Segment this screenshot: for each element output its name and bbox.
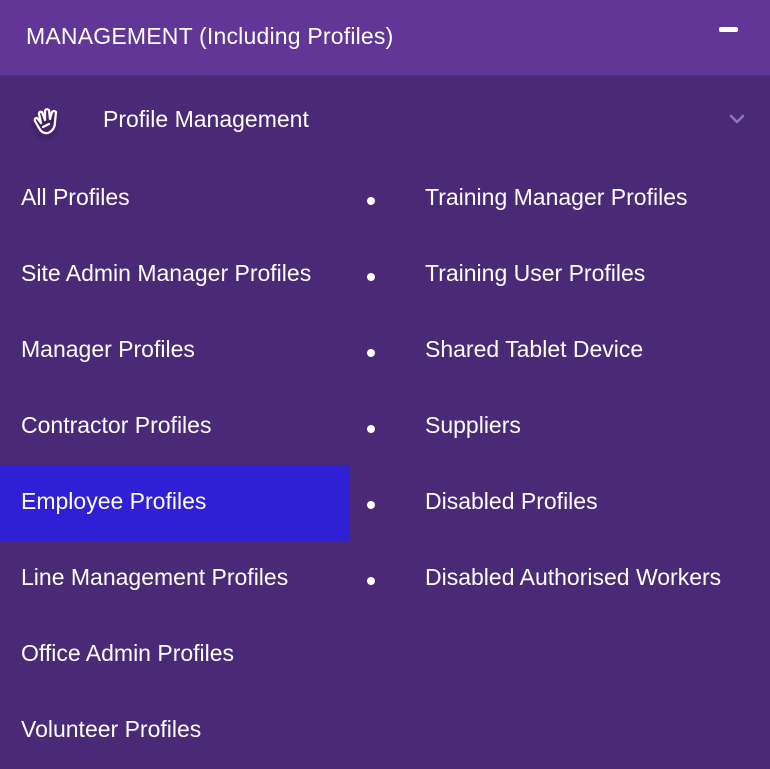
link-label: Site Admin Manager Profiles [21,260,312,286]
profile-links-right-column: Training Manager Profiles Training User … [350,161,770,617]
link-site-admin-manager-profiles[interactable]: Site Admin Manager Profiles [0,237,350,313]
link-suppliers[interactable]: Suppliers [350,389,770,465]
link-label: Suppliers [425,412,521,438]
link-all-profiles[interactable]: All Profiles [0,161,350,237]
link-label: Training User Profiles [425,260,646,286]
link-label: Manager Profiles [21,336,195,362]
link-label: Line Management Profiles [21,564,289,590]
section-title: MANAGEMENT (Including Profiles) [26,23,394,49]
link-training-manager-profiles[interactable]: Training Manager Profiles [350,161,770,237]
link-label: Volunteer Profiles [21,716,202,742]
bullet-icon [367,501,375,509]
link-volunteer-profiles[interactable]: Volunteer Profiles [0,693,350,769]
link-label: Office Admin Profiles [21,640,235,666]
link-label: Disabled Profiles [425,488,598,514]
bullet-icon [367,273,375,281]
link-label: Employee Profiles [21,488,207,514]
link-shared-tablet-device[interactable]: Shared Tablet Device [350,313,770,389]
section-header[interactable]: MANAGEMENT (Including Profiles) [0,0,770,76]
link-label: Shared Tablet Device [425,336,644,362]
link-contractor-profiles[interactable]: Contractor Profiles [0,389,350,465]
link-office-admin-profiles[interactable]: Office Admin Profiles [0,617,350,693]
profile-management-title: Profile Management [103,106,309,132]
link-label: All Profiles [21,184,130,210]
link-disabled-authorised-workers[interactable]: Disabled Authorised Workers [350,541,770,617]
link-label: Training Manager Profiles [425,184,688,210]
link-label: Disabled Authorised Workers [425,564,722,590]
profile-management-header[interactable]: Profile Management [0,76,770,164]
bullet-icon [367,425,375,433]
bullet-icon [367,577,375,585]
collapse-button[interactable] [712,18,746,42]
profile-links-left-column: All Profiles Site Admin Manager Profiles… [0,161,350,769]
link-label: Contractor Profiles [21,412,212,438]
link-line-management-profiles[interactable]: Line Management Profiles [0,541,350,617]
minus-icon [719,27,738,32]
link-training-user-profiles[interactable]: Training User Profiles [350,237,770,313]
link-manager-profiles[interactable]: Manager Profiles [0,313,350,389]
link-disabled-profiles[interactable]: Disabled Profiles [350,465,770,541]
chevron-down-icon[interactable] [726,111,748,127]
bullet-icon [367,197,375,205]
link-employee-profiles[interactable]: Employee Profiles [0,465,350,541]
bullet-icon [367,349,375,357]
waving-hand-icon [33,108,58,135]
